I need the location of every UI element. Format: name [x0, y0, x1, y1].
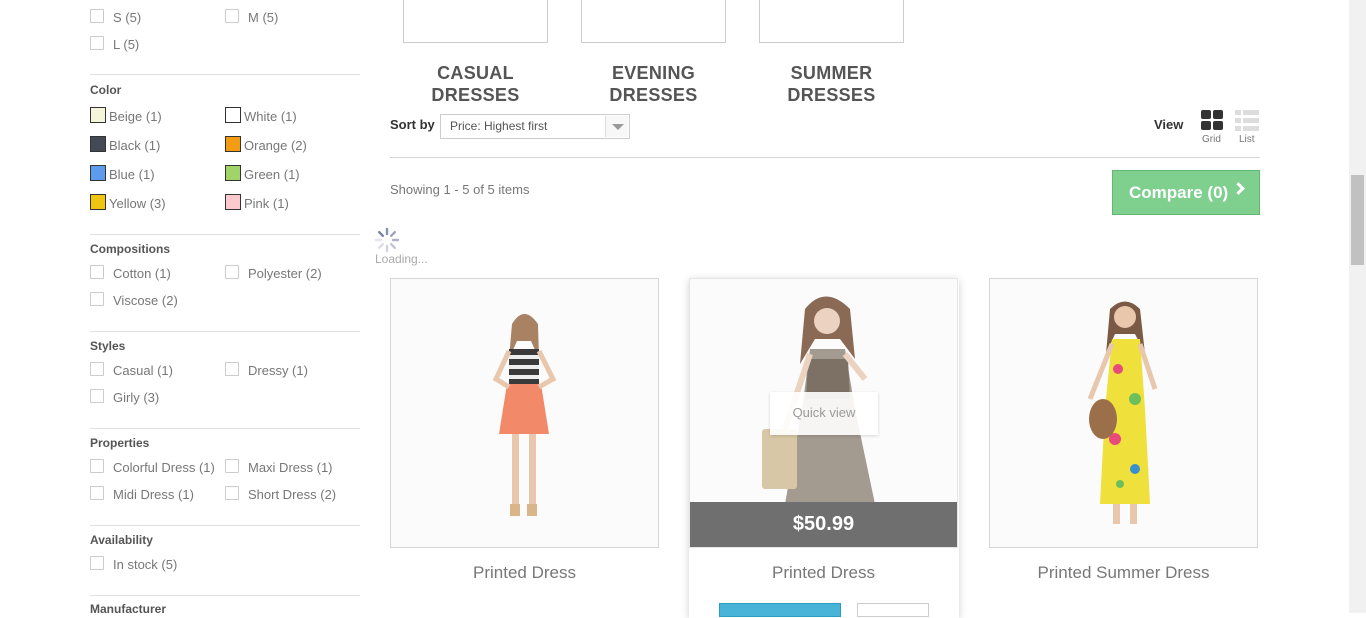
filter-option-label[interactable]: Midi Dress (1)	[113, 487, 194, 502]
subcategory-casual-dresses[interactable]: CASUAL DRESSES	[403, 62, 548, 106]
product-image[interactable]: Quick view $50.99	[689, 278, 958, 548]
filter-option-label[interactable]: Beige (1)	[109, 109, 162, 124]
filter-option-label[interactable]: Short Dress (2)	[248, 487, 336, 502]
checkbox-maxi-dress[interactable]	[225, 459, 239, 473]
filter-divider	[90, 234, 360, 235]
filter-title-availability: Availability	[90, 533, 153, 547]
filter-option-label[interactable]: Colorful Dress (1)	[113, 460, 215, 475]
filter-option-label[interactable]: Pink (1)	[244, 196, 289, 211]
loading-text: Loading...	[375, 252, 428, 266]
subcategory-name-line: CASUAL	[437, 63, 514, 83]
filter-title-styles: Styles	[90, 339, 126, 353]
list-view-icon[interactable]	[1235, 110, 1259, 131]
more-button[interactable]	[857, 603, 929, 617]
subcategory-name-line: SUMMER	[790, 63, 873, 83]
checkbox-polyester[interactable]	[225, 265, 239, 279]
subcategory-evening-dresses[interactable]: EVENING DRESSES	[581, 62, 726, 106]
subcategory-summer-dresses[interactable]: SUMMER DRESSES	[759, 62, 904, 106]
filter-divider	[90, 595, 360, 596]
checkbox-dressy[interactable]	[225, 362, 239, 376]
filter-option-label[interactable]: Girly (3)	[113, 390, 159, 405]
color-swatch-green[interactable]	[225, 165, 241, 181]
color-swatch-blue[interactable]	[90, 165, 106, 181]
filter-title-manufacturer: Manufacturer	[90, 602, 167, 616]
checkbox-colorful-dress[interactable]	[90, 459, 104, 473]
dress-photo-image	[492, 314, 557, 516]
checkbox-size-s[interactable]	[90, 9, 104, 23]
filter-option-label[interactable]: Viscose (2)	[113, 293, 178, 308]
filter-option-label[interactable]: Orange (2)	[244, 138, 307, 153]
subcategory-name-line: DRESSES	[431, 85, 520, 105]
checkbox-girly[interactable]	[90, 389, 104, 403]
filter-option-label[interactable]: Casual (1)	[113, 363, 173, 378]
filter-title-compositions: Compositions	[90, 242, 170, 256]
checkbox-viscose[interactable]	[90, 292, 104, 306]
product-name[interactable]: Printed Summer Dress	[989, 563, 1258, 583]
filter-option-label[interactable]: Green (1)	[244, 167, 300, 182]
filter-title-color: Color	[90, 83, 122, 97]
subcategory-image[interactable]	[403, 0, 548, 43]
filter-option-label[interactable]: In stock (5)	[113, 557, 177, 572]
checkbox-short-dress[interactable]	[225, 486, 239, 500]
sort-select-value: Price: Highest first	[450, 119, 548, 133]
sort-select[interactable]: Price: Highest first	[440, 114, 630, 139]
compare-button-label: Compare (0)	[1129, 183, 1229, 202]
filter-option-label[interactable]: L (5)	[113, 37, 139, 52]
subcategory-name-line: DRESSES	[609, 85, 698, 105]
chevron-down-icon[interactable]	[605, 116, 628, 137]
checkbox-casual[interactable]	[90, 362, 104, 376]
chevron-right-icon	[1232, 182, 1245, 195]
subcategory-name-line: EVENING	[611, 63, 696, 83]
filter-option-label[interactable]: M (5)	[248, 10, 278, 25]
checkbox-in-stock[interactable]	[90, 556, 104, 570]
color-swatch-black[interactable]	[90, 136, 106, 152]
filter-option-label[interactable]: Blue (1)	[109, 167, 155, 182]
scrollbar-thumb[interactable]	[1351, 175, 1364, 265]
subcategory-image[interactable]	[581, 0, 726, 43]
dress-photo-image	[1087, 301, 1158, 524]
grid-view-icon[interactable]	[1201, 110, 1224, 131]
checkbox-midi-dress[interactable]	[90, 486, 104, 500]
filter-option-label[interactable]: Dressy (1)	[248, 363, 308, 378]
product-count: Showing 1 - 5 of 5 items	[390, 182, 530, 197]
product-name[interactable]: Printed Dress	[390, 563, 659, 583]
product-price: $50.99	[690, 502, 957, 547]
add-to-cart-button[interactable]	[719, 603, 841, 617]
list-view-label[interactable]: List	[1239, 134, 1255, 145]
toolbar-divider	[390, 157, 1260, 158]
filter-title-properties: Properties	[90, 436, 150, 450]
quick-view-button[interactable]: Quick view	[770, 392, 878, 435]
product-image[interactable]	[989, 278, 1258, 548]
filter-option-label[interactable]: S (5)	[113, 10, 141, 25]
color-swatch-orange[interactable]	[225, 136, 241, 152]
color-swatch-pink[interactable]	[225, 194, 241, 210]
filter-divider	[90, 74, 360, 75]
checkbox-size-m[interactable]	[225, 9, 239, 23]
filter-divider	[90, 331, 360, 332]
subcategory-name-line: DRESSES	[787, 85, 876, 105]
color-swatch-beige[interactable]	[90, 107, 106, 123]
scrollbar-track[interactable]	[1349, 0, 1366, 613]
filter-option-label[interactable]: Yellow (3)	[109, 196, 166, 211]
color-swatch-yellow[interactable]	[90, 194, 106, 210]
filter-option-label[interactable]: Maxi Dress (1)	[248, 460, 333, 475]
filter-option-label[interactable]: White (1)	[244, 109, 297, 124]
product-name[interactable]: Printed Dress	[689, 563, 958, 583]
view-label: View	[1154, 117, 1184, 132]
filter-option-label[interactable]: Polyester (2)	[248, 266, 322, 281]
sort-label: Sort by	[390, 117, 435, 132]
compare-button[interactable]: Compare (0)	[1112, 170, 1260, 215]
filter-option-label[interactable]: Black (1)	[109, 138, 160, 153]
subcategory-image[interactable]	[759, 0, 904, 43]
checkbox-cotton[interactable]	[90, 265, 104, 279]
loading-spinner-icon	[374, 227, 400, 253]
filter-divider	[90, 525, 360, 526]
product-image[interactable]	[390, 278, 659, 548]
color-swatch-white[interactable]	[225, 107, 241, 123]
grid-view-label[interactable]: Grid	[1202, 134, 1221, 145]
filter-option-label[interactable]: Cotton (1)	[113, 266, 171, 281]
checkbox-size-l[interactable]	[90, 36, 104, 50]
filter-divider	[90, 428, 360, 429]
